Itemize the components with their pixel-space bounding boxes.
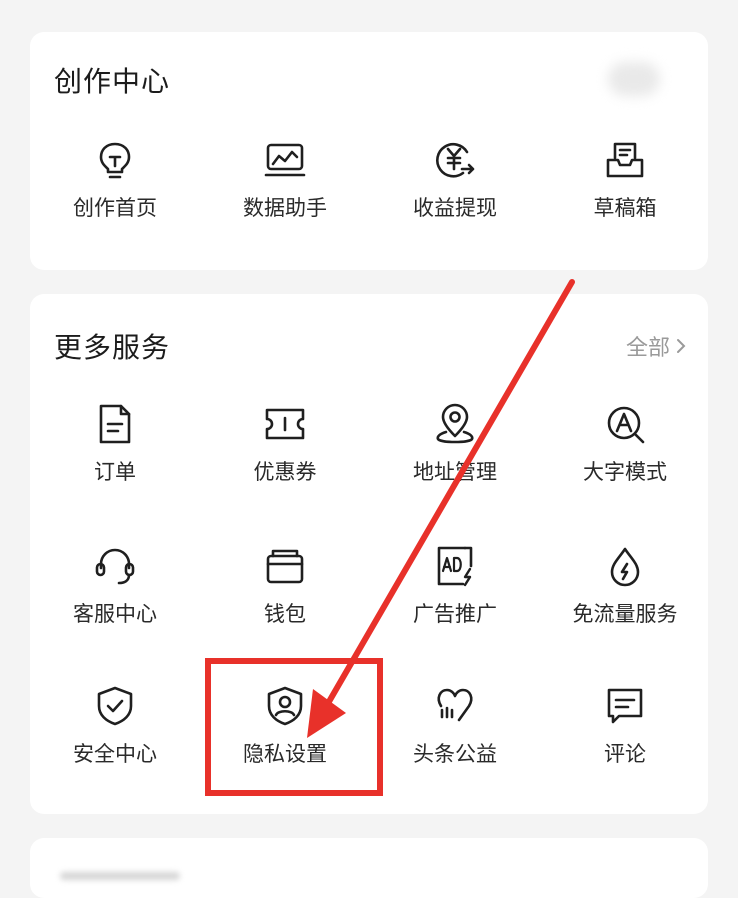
grid-item-label: 头条公益 <box>413 742 497 766</box>
grid-item-label: 评论 <box>604 742 646 766</box>
draft-box-icon <box>606 142 644 178</box>
ad-icon <box>437 546 473 587</box>
grid-item-earnings-withdraw[interactable]: 收益提现 <box>370 138 540 222</box>
grid-item-address[interactable]: 地址管理 <box>370 402 540 486</box>
lightbulb-icon <box>99 142 131 179</box>
grid-item-label: 大字模式 <box>583 460 667 484</box>
grid-item-label: 数据助手 <box>243 196 327 220</box>
grid-item-label: 草稿箱 <box>593 196 657 220</box>
grid-item-data-assistant[interactable]: 数据助手 <box>200 138 370 222</box>
grid-item-charity[interactable]: 头条公益 <box>370 684 540 768</box>
large-font-icon <box>607 406 645 444</box>
grid-item-large-font[interactable]: 大字模式 <box>540 402 710 486</box>
shield-check-icon <box>97 686 133 726</box>
grid-item-privacy-settings[interactable]: 隐私设置 <box>200 684 370 768</box>
grid-item-coupons[interactable]: 优惠券 <box>200 402 370 486</box>
location-pin-icon <box>436 403 474 444</box>
grid-item-customer-service[interactable]: 客服中心 <box>30 544 200 628</box>
grid-item-label: 隐私设置 <box>243 742 327 766</box>
document-icon <box>99 404 131 444</box>
grid-item-label: 安全中心 <box>73 742 157 766</box>
water-drop-icon <box>610 547 640 587</box>
headset-icon <box>95 548 135 585</box>
more-services-title: 更多服务 <box>54 331 171 364</box>
comment-icon <box>607 688 643 724</box>
blurred-avatar <box>608 62 660 96</box>
view-all-link[interactable]: 全部 <box>626 330 686 362</box>
yuan-withdraw-icon <box>436 142 475 178</box>
grid-item-label: 广告推广 <box>413 602 497 626</box>
grid-item-label: 优惠券 <box>253 460 317 484</box>
grid-item-label: 免流量服务 <box>572 602 678 626</box>
blurred-section-title <box>60 872 180 880</box>
creation-center-title: 创作中心 <box>54 65 171 98</box>
charity-heart-icon <box>437 688 473 722</box>
grid-item-create-home[interactable]: 创作首页 <box>30 138 200 222</box>
grid-item-label: 订单 <box>94 460 136 484</box>
view-all-label: 全部 <box>625 336 670 361</box>
grid-item-label: 收益提现 <box>413 196 497 220</box>
grid-item-ad-promotion[interactable]: 广告推广 <box>370 544 540 628</box>
ticket-icon <box>265 408 305 440</box>
shield-user-icon <box>267 686 303 726</box>
grid-item-label: 钱包 <box>264 602 306 626</box>
grid-item-label: 创作首页 <box>73 196 157 220</box>
more-services-card: 更多服务 全部 订单 优惠券 地址管理 大字模式 客服中心 钱包 广告推广 免流… <box>30 294 708 814</box>
grid-item-drafts[interactable]: 草稿箱 <box>540 138 710 222</box>
grid-item-security-center[interactable]: 安全中心 <box>30 684 200 768</box>
grid-item-label: 地址管理 <box>413 460 497 484</box>
grid-item-label: 客服中心 <box>73 602 157 626</box>
grid-item-data-free[interactable]: 免流量服务 <box>540 544 710 628</box>
creation-center-card: 创作中心 创作首页 数据助手 收益提现 草稿箱 <box>30 32 708 270</box>
wallet-icon <box>266 549 304 584</box>
grid-item-orders[interactable]: 订单 <box>30 402 200 486</box>
grid-item-wallet[interactable]: 钱包 <box>200 544 370 628</box>
chart-monitor-icon <box>264 143 306 177</box>
grid-item-comments[interactable]: 评论 <box>540 684 710 768</box>
chevron-right-icon <box>677 339 686 353</box>
next-section-card <box>30 838 708 898</box>
